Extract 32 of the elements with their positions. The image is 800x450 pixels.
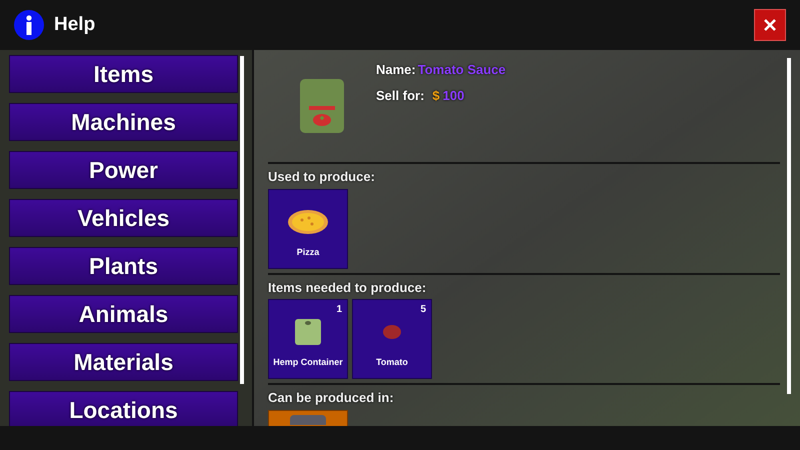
box-icon bbox=[294, 318, 322, 346]
section-heading: Used to produce: bbox=[268, 168, 376, 186]
sauce-jar-icon bbox=[299, 78, 345, 134]
section-heading: Can be produced in: bbox=[268, 389, 395, 407]
scrollbar-thumb[interactable] bbox=[240, 56, 244, 384]
pizza-icon bbox=[287, 208, 329, 235]
category-button[interactable]: Items bbox=[9, 55, 238, 93]
tomato-icon bbox=[382, 324, 402, 340]
category-button[interactable]: Locations bbox=[9, 391, 238, 426]
category-button[interactable]: Power bbox=[9, 151, 238, 189]
scrollbar-thumb[interactable] bbox=[787, 58, 791, 394]
price-value: 100 bbox=[442, 86, 464, 104]
item-count: 1 bbox=[336, 303, 342, 317]
close-button[interactable] bbox=[754, 9, 786, 41]
category-button[interactable]: Machines bbox=[9, 103, 238, 141]
category-button[interactable]: Materials bbox=[9, 343, 238, 381]
close-icon bbox=[764, 19, 776, 31]
currency-sign: $ bbox=[432, 86, 440, 104]
category-button[interactable]: Animals bbox=[9, 295, 238, 333]
item-tile[interactable]: 5 Tomato bbox=[352, 299, 432, 379]
name-label: Name: bbox=[376, 61, 416, 79]
section-heading: Items needed to produce: bbox=[268, 278, 428, 297]
item-tile[interactable]: Pizza bbox=[268, 188, 348, 268]
window-title: Help bbox=[54, 12, 96, 37]
category-button[interactable]: Plants bbox=[9, 247, 238, 285]
info-icon bbox=[14, 10, 44, 40]
item-name: Tomato Sauce bbox=[418, 61, 506, 79]
item-tile[interactable]: 1 Hemp Container bbox=[268, 299, 348, 379]
price-label: Sell for: bbox=[376, 86, 424, 104]
machine-icon bbox=[290, 414, 326, 424]
item-count: 5 bbox=[420, 303, 426, 317]
category-button[interactable]: Vehicles bbox=[9, 199, 238, 237]
